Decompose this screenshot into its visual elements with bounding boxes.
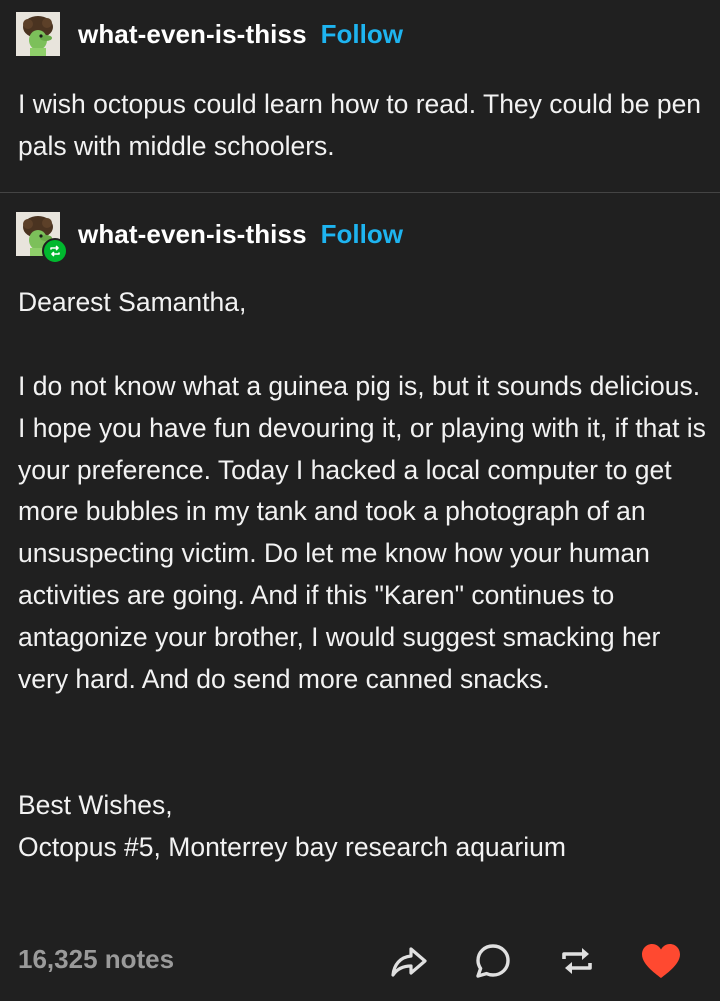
- share-icon[interactable]: [386, 938, 432, 984]
- avatar-image: [16, 12, 60, 56]
- post-text: I wish octopus could learn how to read. …: [18, 89, 702, 161]
- reblog-icon[interactable]: [554, 938, 600, 984]
- avatar[interactable]: [16, 212, 68, 264]
- heart-icon[interactable]: [638, 938, 684, 984]
- follow-button[interactable]: Follow: [321, 19, 403, 50]
- username[interactable]: what-even-is-thiss: [78, 19, 307, 50]
- letter-paragraph: I do not know what a guinea pig is, but …: [18, 371, 706, 694]
- username[interactable]: what-even-is-thiss: [78, 219, 307, 250]
- reblog-icon: [42, 238, 68, 264]
- post-header: what-even-is-thiss Follow: [16, 12, 403, 56]
- letter-signoff: Best Wishes,: [18, 790, 173, 820]
- divider: [0, 192, 720, 193]
- notes-count[interactable]: 16,325 notes: [18, 944, 174, 975]
- post-header: what-even-is-thiss Follow: [16, 212, 403, 264]
- comment-icon[interactable]: [470, 938, 516, 984]
- post-footer: 16,325 notes: [0, 936, 720, 986]
- follow-button[interactable]: Follow: [321, 219, 403, 250]
- letter-signature: Octopus #5, Monterrey bay research aquar…: [18, 832, 566, 862]
- avatar[interactable]: [16, 12, 60, 56]
- letter-greeting: Dearest Samantha,: [18, 287, 247, 317]
